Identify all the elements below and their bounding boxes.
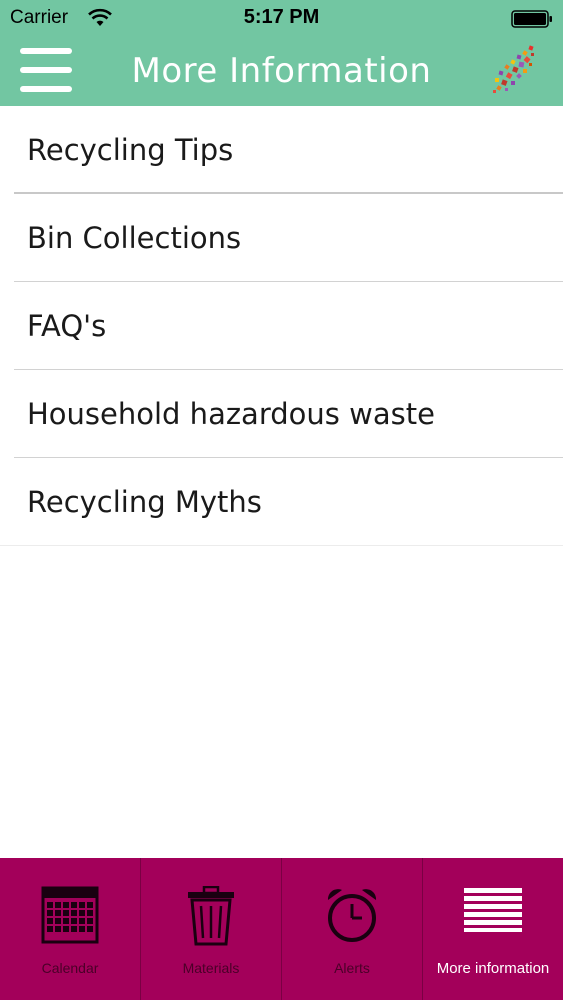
battery-icon [511, 10, 552, 28]
trash-bin-icon [188, 886, 234, 946]
nav-bar: More Information [0, 38, 563, 106]
app-logo-icon [493, 45, 534, 93]
tab-more-information[interactable]: More information [423, 858, 563, 1000]
list-lines-icon [464, 888, 522, 932]
alarm-clock-icon [327, 889, 377, 942]
menu-item-recycling-myths[interactable]: Recycling Myths [0, 458, 563, 546]
menu-item-bin-collections[interactable]: Bin Collections [0, 194, 563, 282]
menu-item-household-hazardous-waste[interactable]: Household hazardous waste [0, 370, 563, 458]
clock-time: 5:17 PM [243, 6, 320, 28]
tab-bar: Calendar Materials Alerts More informati… [0, 858, 563, 1000]
menu-item-faqs[interactable]: FAQ's [0, 282, 563, 370]
tab-label-more-information: More information [436, 960, 550, 977]
menu-item-recycling-tips[interactable]: Recycling Tips [0, 106, 563, 194]
page-title: More Information [131, 51, 432, 91]
menu-list: Recycling Tips Bin Collections FAQ's Hou… [0, 106, 563, 546]
tab-label-alerts: Alerts [334, 960, 370, 976]
tab-label-calendar: Calendar [41, 960, 99, 976]
tab-alerts[interactable]: Alerts [282, 858, 423, 1000]
calendar-icon [41, 886, 99, 944]
tab-materials[interactable]: Materials [141, 858, 282, 1000]
status-bar: Carrier 5:17 PM [0, 0, 563, 38]
tab-calendar[interactable]: Calendar [0, 858, 141, 1000]
tab-label-materials: Materials [182, 960, 240, 976]
